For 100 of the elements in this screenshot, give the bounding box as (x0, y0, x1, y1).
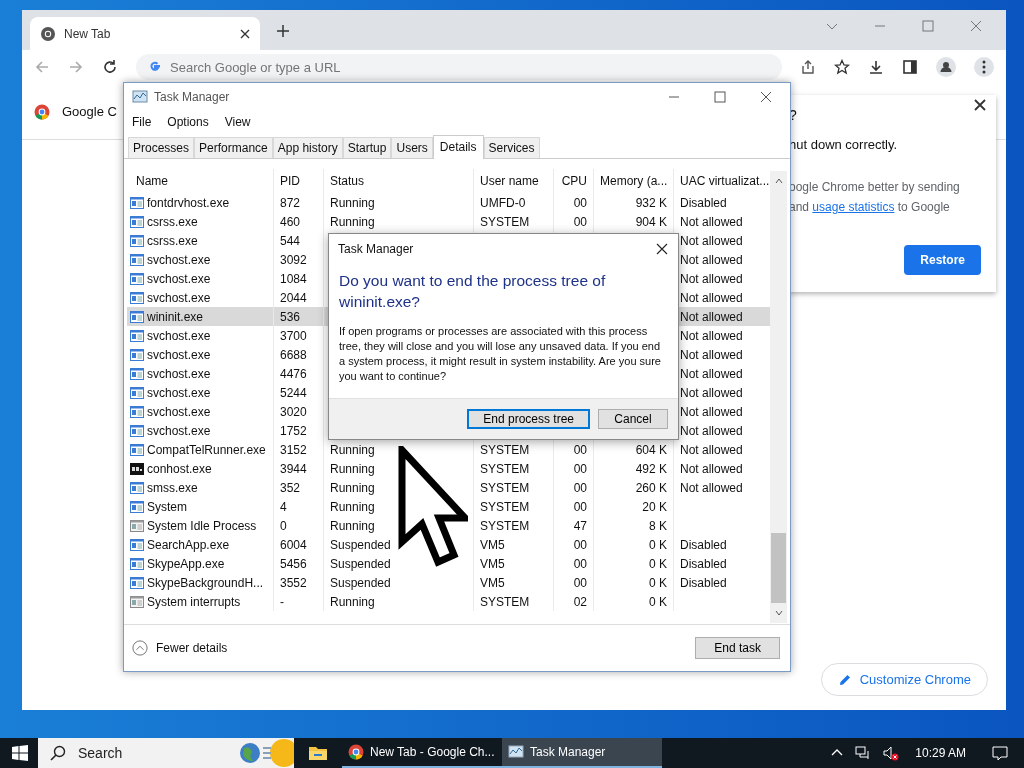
process-name: smss.exe (147, 480, 198, 495)
tab[interactable]: Processes (128, 137, 195, 158)
process-name: svchost.exe (147, 385, 211, 400)
table-cell: 00 (553, 212, 593, 231)
network-icon[interactable] (855, 745, 872, 761)
dialog-button[interactable]: End process tree (467, 409, 590, 429)
fewer-details-link[interactable]: Fewer details (132, 640, 228, 656)
taskbar-button[interactable]: Task Manager (502, 738, 662, 768)
tab[interactable]: Startup (342, 137, 392, 158)
new-tab-icon[interactable] (276, 24, 290, 38)
task-manager-icon (132, 89, 148, 105)
process-icon (130, 234, 144, 247)
table-cell: - (273, 592, 323, 611)
table-cell: 0 K (593, 573, 673, 592)
process-icon (130, 500, 144, 513)
table-cell: 3700 (273, 326, 323, 345)
process-name: csrss.exe (147, 233, 198, 248)
table-cell: 3152 (273, 440, 323, 459)
table-cell: 6004 (273, 535, 323, 554)
table-cell: 1084 (273, 269, 323, 288)
tab[interactable]: Users (391, 137, 433, 158)
column-header[interactable]: PID (273, 169, 323, 193)
menu-item[interactable]: Options (167, 115, 209, 129)
maximize-icon[interactable] (714, 91, 726, 103)
tab[interactable]: Details (432, 135, 484, 159)
reload-icon[interactable] (102, 59, 118, 75)
restore-button[interactable]: Restore (904, 245, 981, 275)
process-icon (130, 443, 144, 456)
cursor-icon (398, 446, 468, 568)
scroll-down-icon[interactable] (774, 609, 783, 617)
table-cell: 4 (273, 497, 323, 516)
table-row[interactable]: fontdrvhost.exe 872 Running UMFD-0 00 932 K Disabled (127, 193, 770, 212)
table-cell: 0 K (593, 535, 673, 554)
table-cell: 0 (273, 516, 323, 535)
process-name: CompatTelRunner.exe (147, 442, 266, 457)
process-icon (130, 424, 144, 437)
menu-icon[interactable] (974, 57, 994, 77)
table-row[interactable]: System interrupts - Running SYSTEM 02 0 K (127, 592, 770, 611)
scrollbar[interactable] (770, 171, 787, 623)
star-icon[interactable] (834, 59, 850, 75)
clock[interactable]: 10:29 AM (915, 746, 966, 760)
window-title: Task Manager (154, 90, 230, 104)
customize-chrome-button[interactable]: Customize Chrome (820, 663, 988, 696)
table-cell: SYSTEM (473, 516, 553, 535)
table-cell: 20 K (593, 497, 673, 516)
process-name: svchost.exe (147, 423, 211, 438)
process-icon (130, 595, 144, 608)
side-panel-icon[interactable] (902, 59, 918, 75)
tab[interactable]: Services (483, 137, 540, 158)
process-icon (130, 196, 144, 209)
volume-muted-icon[interactable] (883, 745, 900, 761)
windows-start-icon[interactable] (12, 745, 28, 761)
column-header[interactable]: User name (473, 169, 553, 193)
table-cell: 00 (553, 535, 593, 554)
bookmark-label[interactable]: Google C (62, 104, 117, 119)
table-cell: 4476 (273, 364, 323, 383)
browser-tab[interactable]: New Tab (30, 17, 260, 50)
column-header[interactable]: Memory (a... (593, 169, 673, 193)
chrome-logo-icon (40, 25, 56, 42)
notification-icon[interactable] (992, 745, 1008, 761)
close-icon[interactable] (240, 28, 250, 39)
close-icon[interactable] (974, 99, 986, 111)
scrollbar-thumb[interactable] (771, 533, 786, 603)
profile-icon[interactable] (936, 57, 956, 77)
menu-item[interactable]: File (132, 115, 152, 129)
end-task-button[interactable]: End task (695, 637, 780, 659)
column-header[interactable]: Status (323, 169, 473, 193)
table-cell: SYSTEM (473, 497, 553, 516)
close-icon[interactable] (760, 91, 772, 103)
table-cell: SYSTEM (473, 212, 553, 231)
tab[interactable]: App history (272, 137, 343, 158)
table-cell: 00 (553, 193, 593, 212)
tab[interactable]: Performance (194, 137, 273, 158)
scroll-up-icon[interactable] (774, 177, 783, 185)
address-bar[interactable]: Search Google or type a URL (136, 54, 782, 80)
table-cell: 00 (553, 459, 593, 478)
table-row[interactable]: SkypeBackgroundH... 3552 Suspended VM5 00 0 K Disabled (127, 573, 770, 592)
process-icon (130, 386, 144, 399)
search-field[interactable]: Search (38, 738, 294, 768)
column-header[interactable]: Name (127, 169, 273, 193)
process-name: csrss.exe (147, 214, 198, 229)
process-icon (130, 367, 144, 380)
table-cell: 904 K (593, 212, 673, 231)
process-name: svchost.exe (147, 347, 211, 362)
column-header[interactable]: CPU (553, 169, 593, 193)
process-icon (130, 310, 144, 323)
menu-item[interactable]: View (224, 115, 251, 129)
usage-statistics-link[interactable]: usage statistics (812, 200, 895, 214)
process-icon (130, 576, 144, 589)
process-icon (130, 253, 144, 266)
close-icon[interactable] (656, 243, 668, 255)
process-name: svchost.exe (147, 271, 211, 286)
table-cell: 3020 (273, 402, 323, 421)
process-name: svchost.exe (147, 290, 211, 305)
process-name: SearchApp.exe (147, 537, 230, 552)
table-row[interactable]: csrss.exe 460 Running SYSTEM 00 904 K Not allowed (127, 212, 770, 231)
share-icon[interactable] (800, 59, 816, 75)
download-icon[interactable] (868, 59, 884, 75)
table-cell: 460 (273, 212, 323, 231)
dialog-button[interactable]: Cancel (598, 409, 668, 429)
